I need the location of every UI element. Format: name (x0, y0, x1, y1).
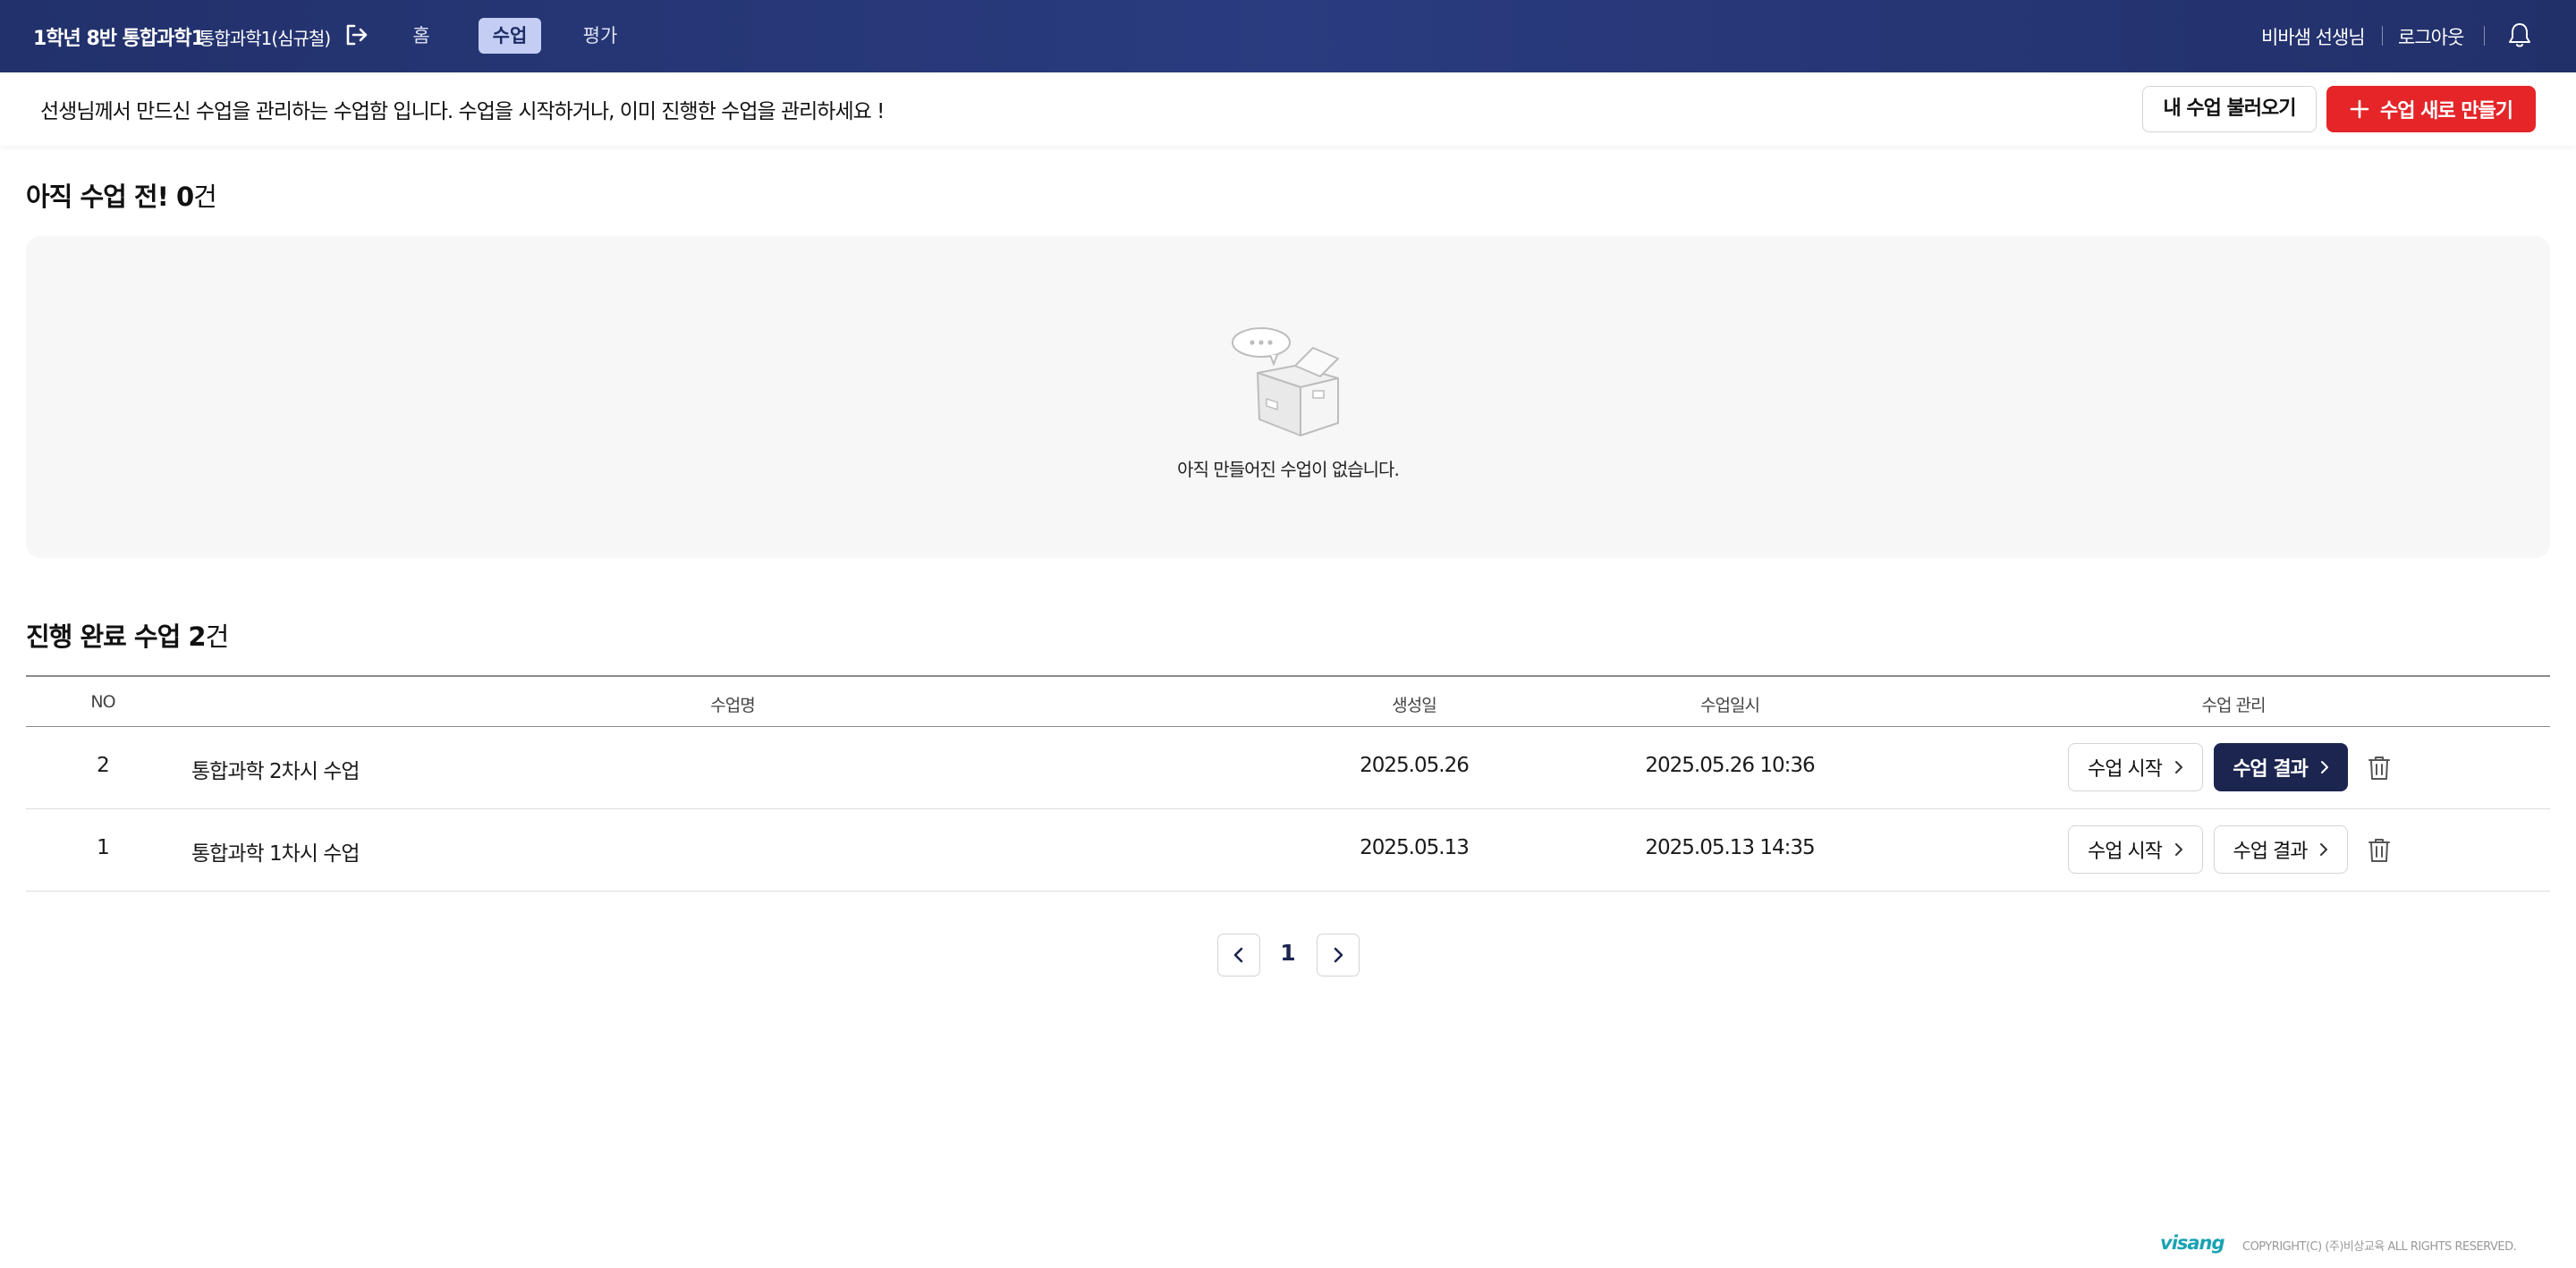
create-new-class-label: 수업 새로 만들기 (2380, 100, 2513, 123)
next-page-button[interactable] (1317, 934, 1360, 976)
trash-icon[interactable] (2367, 755, 2392, 782)
column-header-created-date: 생성일 (1392, 696, 1436, 715)
completed-count: 2 (188, 621, 206, 652)
copyright-text: COPYRIGHT(C) (주)비상교육 ALL RIGHTS RESERVED… (2242, 1240, 2517, 1254)
row-class-datetime: 2025.05.13 14:35 (1645, 836, 1815, 859)
table-row: 1 통합과학 1차시 수업 2025.05.13 2025.05.13 14:3… (26, 809, 2550, 892)
completed-section-title: 진행 완료 수업 2건 (26, 616, 230, 654)
completed-title-text: 진행 완료 수업 (26, 621, 181, 652)
chevron-left-icon (1233, 947, 1243, 963)
start-class-button[interactable]: 수업 시작 (2068, 825, 2203, 874)
nav-evaluation[interactable]: 평가 (580, 18, 621, 54)
column-header-no: NO (90, 692, 115, 712)
exit-icon[interactable] (343, 21, 369, 48)
start-class-button[interactable]: 수업 시작 (2068, 743, 2203, 791)
create-new-class-button[interactable]: 수업 새로 만들기 (2326, 86, 2536, 132)
table-row: 2 통합과학 2차시 수업 2025.05.26 2025.05.26 10:3… (26, 727, 2550, 809)
subject-name: 통합과학1(심규철) (199, 28, 331, 49)
table-header: NO 수업명 생성일 수업일시 수업 관리 (26, 675, 2550, 727)
row-class-datetime: 2025.05.26 10:36 (1645, 754, 1815, 777)
nav-home[interactable]: 홈 (405, 18, 437, 54)
empty-box-icon (1232, 327, 1339, 436)
completed-unit: 건 (205, 621, 230, 652)
class-name[interactable]: 1학년 8반 통합과학1 (33, 22, 205, 51)
chevron-right-icon (2320, 761, 2328, 773)
column-header-class-name: 수업명 (710, 696, 755, 715)
completed-class-table: NO 수업명 생성일 수업일시 수업 관리 2 통합과학 2차시 수업 2025… (26, 675, 2550, 892)
info-message: 선생님께서 만드신 수업을 관리하는 수업함 입니다. 수업을 시작하거나, 이… (40, 100, 885, 123)
nav-class[interactable]: 수업 (479, 18, 541, 54)
bell-icon[interactable] (2505, 21, 2534, 49)
chevron-right-icon (1334, 947, 1343, 963)
trash-icon[interactable] (2367, 837, 2392, 864)
column-header-management: 수업 관리 (2201, 696, 2267, 715)
chevron-right-icon (2320, 843, 2328, 856)
class-result-button[interactable]: 수업 결과 (2214, 743, 2348, 791)
previous-page-button[interactable] (1217, 934, 1260, 976)
start-class-label: 수업 시작 (2088, 841, 2163, 863)
logout-link[interactable]: 로그아웃 (2398, 23, 2464, 50)
load-my-class-button[interactable]: 내 수업 불러오기 (2142, 86, 2317, 132)
pending-title-text: 아직 수업 전! (26, 182, 169, 212)
divider (2382, 26, 2383, 46)
class-result-label: 수업 결과 (2233, 841, 2309, 863)
visang-logo: visang (2160, 1232, 2225, 1254)
row-no: 1 (97, 836, 110, 859)
row-class-name[interactable]: 통합과학 2차시 수업 (191, 754, 360, 784)
chevron-right-icon (2174, 761, 2182, 773)
divider (2484, 26, 2485, 46)
class-result-button[interactable]: 수업 결과 (2214, 825, 2348, 874)
pending-section-title: 아직 수업 전! 0건 (26, 176, 217, 214)
row-created-date: 2025.05.26 (1360, 754, 1470, 777)
row-class-name[interactable]: 통합과학 1차시 수업 (191, 836, 360, 866)
chevron-right-icon (2174, 843, 2182, 856)
row-created-date: 2025.05.13 (1360, 836, 1470, 859)
column-header-class-datetime: 수업일시 (1700, 696, 1760, 715)
teacher-name: 비바샘 선생님 (2261, 27, 2366, 48)
pending-unit: 건 (193, 182, 217, 212)
class-result-label: 수업 결과 (2233, 758, 2309, 781)
top-navigation-bar: 1학년 8반 통합과학1 통합과학1(심규철) 홈 수업 평가 비바샘 선생님 … (0, 0, 2576, 72)
start-class-label: 수업 시작 (2088, 758, 2163, 781)
plus-icon (2350, 99, 2369, 119)
page-number[interactable]: 1 (1275, 940, 1301, 966)
pending-count: 0 (175, 182, 194, 212)
empty-state-message: 아직 만들어진 수업이 없습니다. (1177, 459, 1400, 480)
row-no: 2 (97, 754, 110, 777)
divider (187, 26, 188, 46)
